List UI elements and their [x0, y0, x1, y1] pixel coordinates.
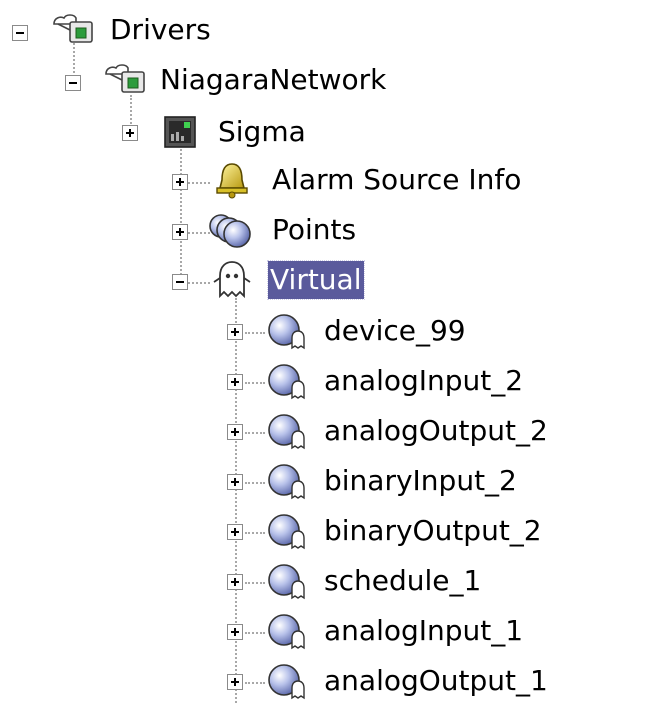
tree-node-schedule-1[interactable]: schedule_1	[0, 558, 520, 608]
tree-node-label: binaryInput_2	[324, 464, 517, 497]
tree-node-label: device_99	[324, 314, 466, 347]
expand-toggle[interactable]	[227, 374, 243, 390]
expand-toggle[interactable]	[172, 174, 188, 190]
tree-node-label: Sigma	[218, 115, 306, 148]
virtual-point-icon	[268, 464, 305, 500]
tree-node-points[interactable]: Points	[0, 208, 380, 258]
tree-node-analog-input-2[interactable]: analogInput_2	[0, 358, 560, 408]
collapse-toggle[interactable]	[65, 75, 81, 91]
network-folder-icon	[105, 64, 145, 93]
expand-toggle[interactable]	[122, 125, 138, 141]
tree-node-analog-output-2[interactable]: analogOutput_2	[0, 408, 580, 458]
expand-toggle[interactable]	[227, 624, 243, 640]
tree-node-label: analogInput_1	[324, 614, 524, 647]
tree-node-analog-output-1[interactable]: analogOutput_1	[0, 658, 580, 708]
tree-node-label: NiagaraNetwork	[160, 63, 387, 96]
virtual-point-icon	[268, 364, 305, 400]
tree-node-virtual[interactable]: Virtual	[0, 258, 380, 308]
expand-toggle[interactable]	[227, 574, 243, 590]
expand-toggle[interactable]	[227, 524, 243, 540]
tree-node-binary-input-2[interactable]: binaryInput_2	[0, 458, 560, 508]
tree-node-device-99[interactable]: device_99	[0, 308, 520, 358]
collapse-toggle[interactable]	[172, 274, 188, 290]
tree-node-drivers[interactable]: Drivers	[0, 8, 260, 58]
virtual-point-icon	[268, 614, 305, 650]
tree-node-label: Points	[272, 213, 357, 246]
tree-node-alarm-source-info[interactable]: Alarm Source Info	[0, 158, 560, 208]
tree-node-binary-output-2[interactable]: binaryOutput_2	[0, 508, 580, 558]
network-folder-icon	[53, 14, 93, 43]
tree-node-label: binaryOutput_2	[324, 514, 542, 547]
tree-node-label: Alarm Source Info	[272, 163, 522, 196]
collapse-toggle[interactable]	[12, 25, 28, 41]
tree-node-sigma[interactable]: Sigma	[0, 110, 340, 160]
points-icon	[209, 214, 251, 248]
tree-node-analog-input-1[interactable]: analogInput_1	[0, 608, 560, 658]
virtual-point-icon	[268, 664, 305, 700]
tree-node-niagara-network[interactable]: NiagaraNetwork	[0, 58, 386, 108]
expand-toggle[interactable]	[227, 424, 243, 440]
bell-icon	[216, 163, 248, 199]
virtual-point-icon	[268, 514, 305, 550]
tree-node-label: schedule_1	[324, 564, 482, 597]
virtual-point-icon	[268, 314, 305, 350]
tree-node-label: Drivers	[110, 13, 211, 46]
expand-toggle[interactable]	[227, 324, 243, 340]
expand-toggle[interactable]	[227, 674, 243, 690]
tree-view[interactable]: Drivers NiagaraNetwork Sigma Alarm Sourc…	[0, 0, 660, 703]
tree-node-label: analogOutput_1	[324, 664, 548, 697]
tree-node-label: Virtual	[267, 260, 365, 300]
virtual-point-icon	[268, 564, 305, 600]
station-device-icon	[164, 116, 196, 148]
virtual-point-icon	[268, 414, 305, 450]
tree-node-label: analogOutput_2	[324, 414, 548, 447]
tree-node-label: analogInput_2	[324, 364, 524, 397]
expand-toggle[interactable]	[227, 474, 243, 490]
ghost-icon	[213, 261, 251, 299]
expand-toggle[interactable]	[172, 224, 188, 240]
